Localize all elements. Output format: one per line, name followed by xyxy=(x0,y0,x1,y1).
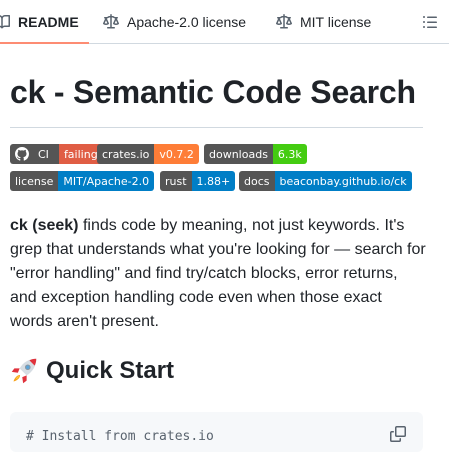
downloads-badge-message: 6.3k xyxy=(272,144,307,164)
rust-badge-label: rust xyxy=(160,171,192,191)
crates-badge-message: v0.7.2 xyxy=(154,144,199,164)
rust-badge-message: 1.88+ xyxy=(191,171,236,191)
rocket-icon xyxy=(11,358,37,384)
copy-icon xyxy=(390,426,406,442)
license-badge-label: license xyxy=(10,171,59,191)
license-badge[interactable]: license MIT/Apache-2.0 xyxy=(10,171,155,191)
docs-badge-message: beaconbay.github.io/ck xyxy=(274,171,412,191)
crates-badge[interactable]: crates.io v0.7.2 xyxy=(97,144,199,164)
book-icon xyxy=(0,14,10,28)
tab-readme[interactable]: README xyxy=(0,0,89,44)
docs-badge[interactable]: docs beaconbay.github.io/ck xyxy=(239,171,412,191)
intro-strong: ck (seek) xyxy=(10,217,79,234)
code-line-comment: # Install from crates.io xyxy=(26,429,214,444)
law-icon xyxy=(103,13,119,28)
github-icon xyxy=(15,147,29,161)
license-badge-message: MIT/Apache-2.0 xyxy=(58,171,155,191)
tab-mit-license[interactable]: MIT license xyxy=(276,0,371,43)
downloads-badge[interactable]: downloads 6.3k xyxy=(204,144,307,164)
crates-badge-label: crates.io xyxy=(97,144,155,164)
quick-start-title: Quick Start xyxy=(46,357,175,384)
law-icon xyxy=(276,13,292,28)
rust-badge[interactable]: rust 1.88+ xyxy=(160,171,236,191)
downloads-badge-label: downloads xyxy=(204,144,273,164)
quick-start-heading: Quick Start xyxy=(10,357,174,385)
outline-button[interactable] xyxy=(420,12,440,32)
copy-button[interactable] xyxy=(388,424,408,444)
intro-paragraph: ck (seek) finds code by meaning, not jus… xyxy=(10,214,428,334)
ci-badge[interactable]: CI failing xyxy=(10,144,103,164)
tab-readme-label: README xyxy=(18,13,79,30)
title-divider xyxy=(10,127,423,128)
ci-badge-label: CI xyxy=(38,147,49,161)
code-block: # Install from crates.io xyxy=(10,412,423,452)
page-title: ck - Semantic Code Search xyxy=(10,74,416,110)
tab-apache-license-label: Apache-2.0 license xyxy=(127,13,247,30)
tab-mit-license-label: MIT license xyxy=(300,13,372,30)
list-unordered-icon xyxy=(423,16,437,28)
docs-badge-label: docs xyxy=(239,171,275,191)
readme-tab-bar: README Apache-2.0 license MIT license xyxy=(0,0,449,44)
tab-apache-license[interactable]: Apache-2.0 license xyxy=(103,0,246,43)
